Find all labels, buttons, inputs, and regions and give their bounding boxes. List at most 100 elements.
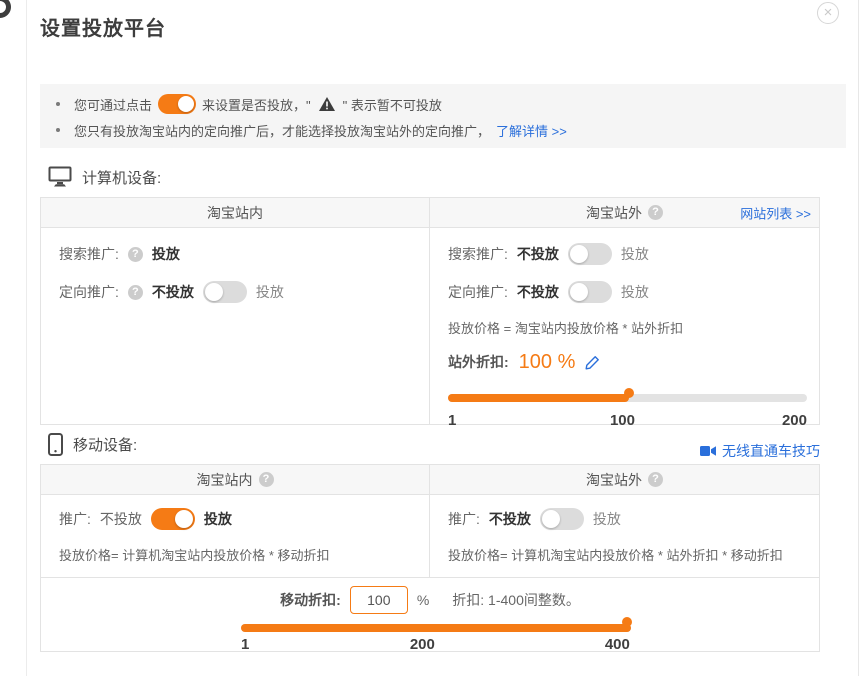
- help-icon[interactable]: ?: [648, 472, 663, 487]
- mobile-discount-slider[interactable]: [241, 622, 631, 634]
- wireless-tips-label: 无线直通车技巧: [722, 441, 820, 461]
- mobile-section-label: 移动设备:: [73, 434, 137, 455]
- smartphone-icon: [48, 433, 63, 456]
- mobile-outside-promo-toggle[interactable]: [540, 508, 584, 530]
- warning-triangle-icon: [319, 97, 335, 111]
- computer-inside-targeting-toggle[interactable]: [203, 281, 247, 303]
- learn-more-link[interactable]: 了解详情 >>: [496, 121, 567, 140]
- outside-price-formula: 投放价格 = 淘宝站内投放价格 * 站外折扣: [448, 318, 819, 338]
- tick-max: 200: [782, 412, 807, 429]
- tick-mid: 100: [610, 412, 635, 429]
- outside-discount-slider-area: 1 100 200: [448, 392, 807, 430]
- mobile-section-header: 移动设备:: [48, 433, 137, 456]
- help-icon[interactable]: ?: [128, 285, 143, 300]
- search-promo-label: 搜索推广:: [59, 244, 119, 264]
- edit-pencil-icon[interactable]: [585, 355, 600, 370]
- targeting-promo-label: 定向推广:: [448, 282, 508, 302]
- search-off-value: 不投放: [517, 244, 559, 264]
- outside-slider-ticks: 1 100 200: [448, 412, 807, 430]
- mobile-outside-header-cell: 淘宝站外 ?: [430, 465, 819, 494]
- computer-table-header: 淘宝站内 淘宝站外 ? 网站列表 >>: [41, 198, 819, 228]
- tick-min: 1: [241, 636, 249, 653]
- help-icon[interactable]: ?: [648, 205, 663, 220]
- bullet-dot: [56, 102, 60, 106]
- mobile-inside-cell: 推广: 不投放 投放 投放价格= 计算机淘宝站内投放价格 * 移动折扣: [41, 495, 430, 577]
- computer-outside-targeting-toggle[interactable]: [568, 281, 612, 303]
- targeting-promo-label: 定向推广:: [59, 282, 119, 302]
- promo-off-value: 不投放: [100, 509, 142, 529]
- slider-fill: [241, 624, 631, 632]
- computer-outside-targeting-row: 定向推广: 不投放 投放: [448, 280, 819, 304]
- targeting-on-value: 投放: [256, 282, 284, 302]
- slider-handle[interactable]: [622, 617, 632, 627]
- toggle-knob: [570, 245, 588, 263]
- computer-outside-search-row: 搜索推广: 不投放 投放: [448, 242, 819, 266]
- computer-inside-cell: 搜索推广: ? 投放 定向推广: ? 不投放 投放: [41, 228, 430, 425]
- notice-line-1: 您可通过点击 来设置是否投放，" " 表示暂不可投放: [56, 91, 846, 117]
- clipped-page-icon: [0, 0, 11, 18]
- mobile-outside-header-label: 淘宝站外: [586, 470, 642, 490]
- tick-mid: 200: [410, 636, 435, 653]
- notice-box: 您可通过点击 来设置是否投放，" " 表示暂不可投放 您只有投放淘宝站内的定向推…: [40, 84, 846, 148]
- toggle-knob: [542, 510, 560, 528]
- close-icon: ×: [824, 4, 833, 21]
- computer-table-body: 搜索推广: ? 投放 定向推广: ? 不投放 投放 搜索推广: 不投放 投放: [41, 228, 819, 425]
- computer-section-label: 计算机设备:: [82, 167, 161, 188]
- notice-1-pre: 您可通过点击: [74, 95, 152, 114]
- computer-outside-search-toggle[interactable]: [568, 243, 612, 265]
- computer-outside-header-label: 淘宝站外: [586, 203, 642, 223]
- computer-inside-header-label: 淘宝站内: [207, 203, 263, 223]
- computer-outside-header-cell: 淘宝站外 ? 网站列表 >>: [430, 198, 819, 227]
- mobile-inside-header-label: 淘宝站内: [197, 470, 253, 490]
- search-on-value: 投放: [621, 244, 649, 264]
- promo-label: 推广:: [59, 509, 91, 529]
- example-toggle[interactable]: [158, 94, 196, 114]
- dialog-left-edge: [26, 0, 27, 676]
- outside-discount-slider[interactable]: [448, 392, 807, 404]
- computer-section-header: 计算机设备:: [48, 166, 161, 188]
- mobile-slider-ticks: 1 200 400: [241, 636, 631, 654]
- computer-inside-header-cell: 淘宝站内: [41, 198, 430, 227]
- mobile-discount-input-line: 移动折扣: % 折扣: 1-400间整数。: [41, 578, 819, 614]
- wireless-tips-link[interactable]: 无线直通车技巧: [700, 441, 820, 461]
- mobile-discount-input[interactable]: [350, 586, 408, 614]
- slider-fill: [448, 394, 629, 402]
- help-icon[interactable]: ?: [259, 472, 274, 487]
- mobile-inside-promo-toggle[interactable]: [151, 508, 195, 530]
- promo-off-value: 不投放: [489, 509, 531, 529]
- notice-line-2: 您只有投放淘宝站内的定向推广后，才能选择投放淘宝站外的定向推广， 了解详情 >>: [56, 117, 846, 143]
- tick-min: 1: [448, 412, 456, 429]
- mobile-discount-label: 移动折扣:: [280, 590, 341, 610]
- mobile-discount-row: 移动折扣: % 折扣: 1-400间整数。 1 200 400: [41, 577, 819, 652]
- toggle-knob: [178, 96, 194, 112]
- slider-handle[interactable]: [624, 388, 634, 398]
- toggle-knob: [175, 510, 193, 528]
- set-delivery-platform-dialog: × 设置投放平台 您可通过点击 来设置是否投放，" " 表示暂不可投放 您只有投…: [0, 0, 864, 676]
- notice-1-post: " 表示暂不可投放: [343, 95, 442, 114]
- mobile-outside-cell: 推广: 不投放 投放 投放价格= 计算机淘宝站内投放价格 * 站外折扣 * 移动…: [430, 495, 819, 577]
- outside-discount-value: 100 %: [519, 351, 576, 374]
- page-title: 设置投放平台: [40, 12, 166, 41]
- promo-on-value: 投放: [593, 509, 621, 529]
- notice-2-text: 您只有投放淘宝站内的定向推广后，才能选择投放淘宝站外的定向推广，: [74, 121, 490, 140]
- video-camera-icon: [700, 445, 717, 457]
- percent-sign: %: [417, 592, 429, 608]
- targeting-on-value: 投放: [621, 282, 649, 302]
- mobile-inside-header-cell: 淘宝站内 ?: [41, 465, 430, 494]
- search-promo-value: 投放: [152, 244, 180, 264]
- desktop-monitor-icon: [48, 166, 72, 188]
- site-list-link[interactable]: 网站列表 >>: [740, 203, 811, 222]
- outside-discount-label: 站外折扣:: [448, 352, 509, 372]
- outside-discount-line: 站外折扣: 100 %: [448, 348, 819, 376]
- mobile-table-header: 淘宝站内 ? 淘宝站外 ?: [41, 465, 819, 495]
- close-button[interactable]: ×: [817, 2, 839, 24]
- help-icon[interactable]: ?: [128, 247, 143, 262]
- computer-outside-cell: 搜索推广: 不投放 投放 定向推广: 不投放 投放 投放价格 = 淘宝站内投放价…: [430, 228, 819, 425]
- search-promo-label: 搜索推广:: [448, 244, 508, 264]
- mobile-outside-promo-row: 推广: 不投放 投放: [448, 507, 819, 531]
- promo-label: 推广:: [448, 509, 480, 529]
- mobile-discount-hint: 折扣: 1-400间整数。: [452, 590, 580, 610]
- mobile-inside-price-formula: 投放价格= 计算机淘宝站内投放价格 * 移动折扣: [59, 545, 429, 565]
- computer-inside-search-row: 搜索推广: ? 投放: [59, 242, 429, 266]
- targeting-off-value: 不投放: [152, 282, 194, 302]
